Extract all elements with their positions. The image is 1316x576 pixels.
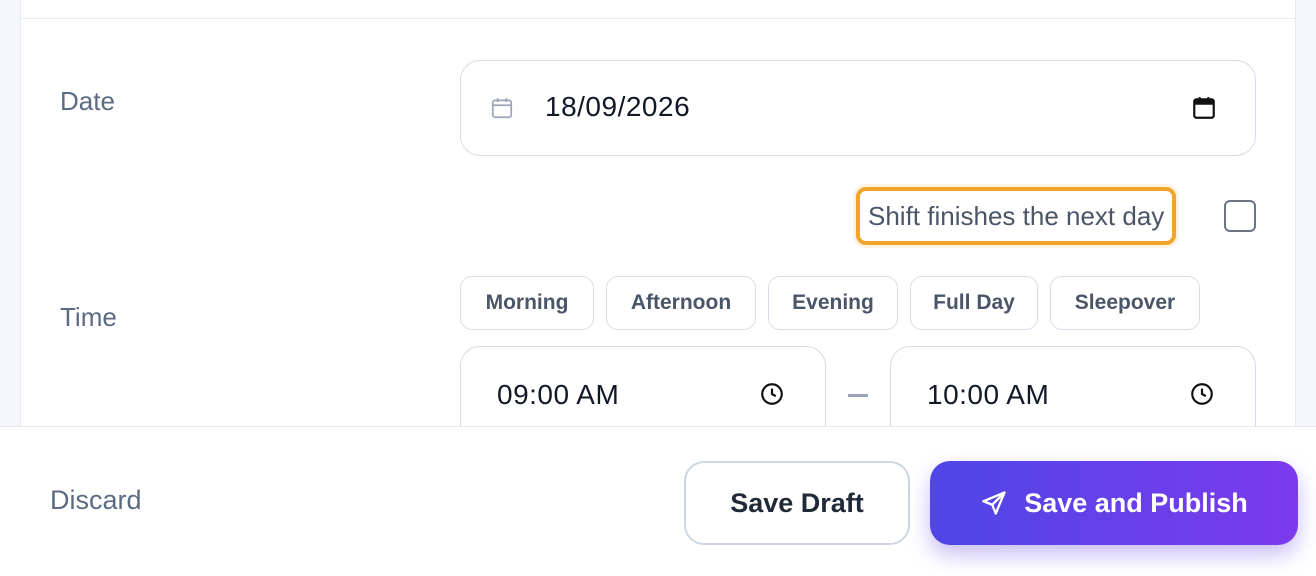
- clock-icon[interactable]: [759, 381, 785, 407]
- next-day-checkbox[interactable]: [1224, 200, 1256, 232]
- save-draft-button[interactable]: Save Draft: [684, 461, 910, 545]
- time-label: Time: [60, 302, 117, 332]
- preset-full-day-button[interactable]: Full Day: [910, 276, 1038, 330]
- save-and-publish-button[interactable]: Save and Publish: [930, 461, 1298, 545]
- end-time-value: 10:00 AM: [927, 379, 1050, 410]
- date-label: Date: [60, 86, 115, 116]
- discard-button[interactable]: Discard: [50, 485, 142, 516]
- clock-icon[interactable]: [1189, 381, 1215, 407]
- form-footer: Discard Save Draft Save and Publish: [0, 426, 1316, 576]
- date-value: 18/09/2026: [545, 91, 691, 122]
- next-day-label[interactable]: Shift finishes the next day: [868, 201, 1164, 232]
- shift-editor-page: Date 18/09/2026 Shift finishes the next …: [0, 0, 1316, 576]
- date-input[interactable]: 18/09/2026: [460, 60, 1256, 156]
- preset-morning-button[interactable]: Morning: [460, 276, 594, 330]
- save-and-publish-label: Save and Publish: [1024, 487, 1248, 518]
- next-day-highlight[interactable]: Shift finishes the next day: [856, 187, 1177, 245]
- calendar-picker-icon[interactable]: [1191, 95, 1217, 121]
- send-icon: [980, 489, 1008, 517]
- preset-afternoon-button[interactable]: Afternoon: [606, 276, 756, 330]
- preset-evening-button[interactable]: Evening: [768, 276, 898, 330]
- time-range-separator: [848, 394, 868, 397]
- calendar-icon: [489, 95, 515, 121]
- start-time-value: 09:00 AM: [497, 379, 620, 410]
- card-divider: [20, 18, 1296, 19]
- preset-sleepover-button[interactable]: Sleepover: [1050, 276, 1200, 330]
